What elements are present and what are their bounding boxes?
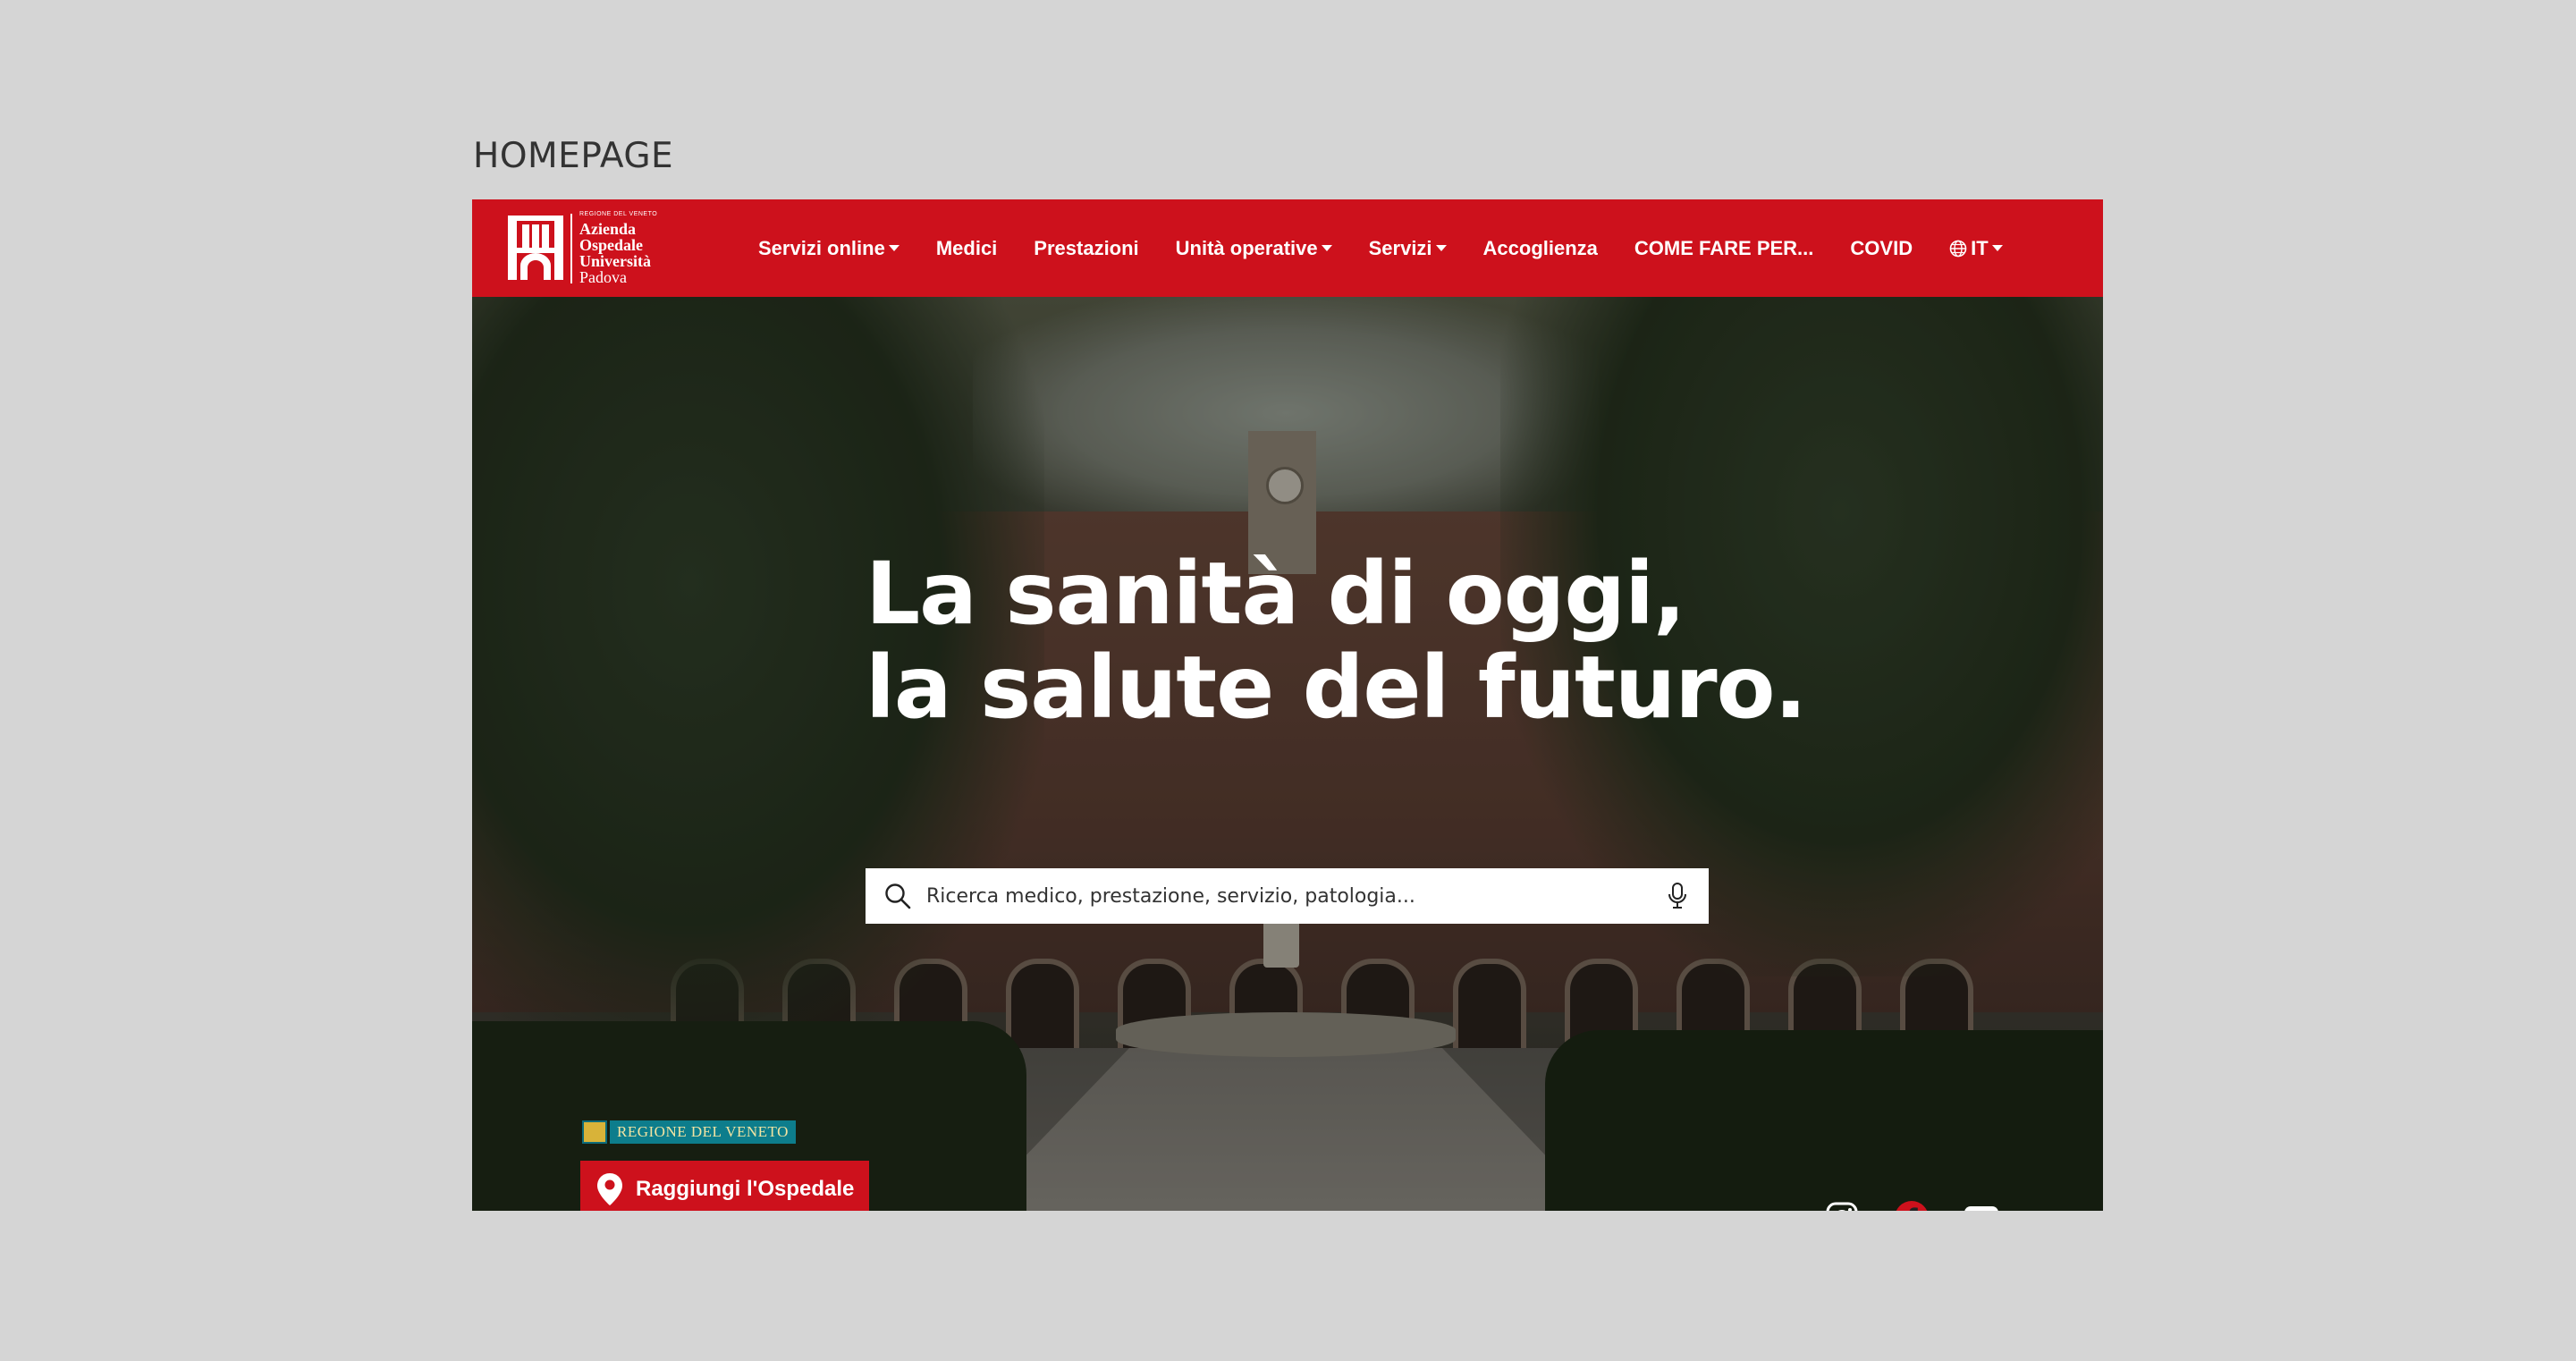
nav-unita-operative-label: Unità operative xyxy=(1175,236,1318,259)
hero-overlay xyxy=(472,297,2103,1211)
logo-building-icon xyxy=(508,216,563,280)
page-label: HOMEPAGE xyxy=(473,136,674,176)
nav-covid-label: COVID xyxy=(1850,236,1913,259)
regione-badge-label: REGIONE DEL VENETO xyxy=(610,1120,796,1144)
nav-medici-label: Medici xyxy=(935,236,998,259)
facebook-link[interactable] xyxy=(1893,1199,1930,1211)
search-input[interactable] xyxy=(925,868,1666,924)
logo-line-azienda: Azienda xyxy=(579,220,636,238)
nav-servizi-label: Servizi xyxy=(1368,236,1432,259)
location-pin-icon xyxy=(597,1172,622,1205)
nav-prestazioni-label: Prestazioni xyxy=(1034,236,1139,259)
hospital-logo[interactable]: REGIONE DEL VENETO Azienda Ospedale Univ… xyxy=(506,210,676,287)
nav-servizi-online[interactable]: Servizi online xyxy=(758,237,899,260)
hero-headline: La sanità di oggi, la salute del futuro. xyxy=(866,544,1807,738)
raggiungi-ospedale-label: Raggiungi l'Ospedale xyxy=(636,1176,855,1201)
main-menu: Servizi online Medici Prestazioni Unità … xyxy=(758,199,2040,297)
logo-divider xyxy=(570,214,572,283)
nav-servizi-online-label: Servizi online xyxy=(758,236,885,259)
top-navigation: REGIONE DEL VENETO Azienda Ospedale Univ… xyxy=(472,199,2103,297)
hero-headline-line2: la salute del futuro. xyxy=(866,638,1807,738)
logo-text: REGIONE DEL VENETO Azienda Ospedale Univ… xyxy=(579,210,657,285)
youtube-icon xyxy=(1964,1206,1998,1211)
facebook-icon xyxy=(1896,1201,1928,1211)
search-icon[interactable] xyxy=(883,882,912,910)
search-bar xyxy=(866,868,1709,924)
chevron-down-icon xyxy=(1321,245,1332,251)
chevron-down-icon xyxy=(888,245,899,251)
logo-line-ospedale: Ospedale xyxy=(579,236,644,254)
chevron-down-icon xyxy=(1991,245,2003,251)
logo-region-label: REGIONE DEL VENETO xyxy=(579,211,658,217)
instagram-link[interactable] xyxy=(1823,1199,1861,1211)
homepage-frame: REGIONE DEL VENETO Azienda Ospedale Univ… xyxy=(472,199,2103,1211)
chevron-down-icon xyxy=(1435,245,1447,251)
nav-come-fare-per-label: COME FARE PER... xyxy=(1634,236,1814,259)
nav-come-fare-per[interactable]: COME FARE PER... xyxy=(1634,237,1813,260)
globe-icon xyxy=(1949,240,1967,257)
youtube-link[interactable] xyxy=(1963,1199,2000,1211)
logo-line-universita: Università xyxy=(579,252,651,270)
nav-prestazioni[interactable]: Prestazioni xyxy=(1034,237,1138,260)
nav-covid[interactable]: COVID xyxy=(1850,237,1913,260)
hero-section: La sanità di oggi, la salute del futuro.… xyxy=(472,261,2103,1211)
raggiungi-ospedale-button[interactable]: Raggiungi l'Ospedale xyxy=(580,1161,869,1211)
regione-crest-icon xyxy=(582,1120,607,1144)
language-label: IT xyxy=(1971,236,1989,259)
nav-medici[interactable]: Medici xyxy=(936,237,997,260)
hero-headline-line1: La sanità di oggi, xyxy=(866,544,1685,644)
language-selector[interactable]: IT xyxy=(1949,237,2003,260)
nav-unita-operative[interactable]: Unità operative xyxy=(1176,237,1332,260)
microphone-icon[interactable] xyxy=(1666,882,1689,910)
social-links xyxy=(1823,1199,2000,1211)
instagram-icon xyxy=(1826,1202,1858,1211)
regione-veneto-badge: REGIONE DEL VENETO xyxy=(582,1120,796,1145)
nav-accoglienza[interactable]: Accoglienza xyxy=(1483,237,1598,260)
nav-accoglienza-label: Accoglienza xyxy=(1482,236,1598,259)
logo-line-padova: Padova xyxy=(579,268,627,286)
nav-servizi[interactable]: Servizi xyxy=(1369,237,1447,260)
